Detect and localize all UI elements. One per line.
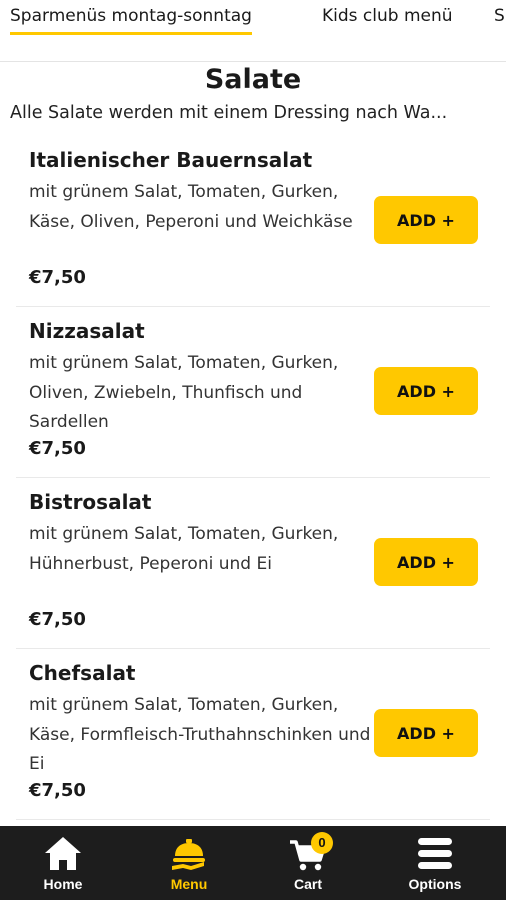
home-icon	[45, 837, 81, 870]
item-name: Nizzasalat	[29, 319, 145, 343]
menu-item[interactable]: Chefsalat mit grünem Salat, Tomaten, Gur…	[16, 653, 490, 820]
nav-menu[interactable]: Menu	[126, 826, 252, 900]
nav-options-label: Options	[408, 876, 462, 892]
menu-item[interactable]: Italienischer Bauernsalat mit grünem Sal…	[16, 140, 490, 307]
item-price: €7,50	[29, 609, 86, 630]
item-price: €7,50	[29, 438, 86, 459]
item-name: Bistrosalat	[29, 490, 152, 514]
hamburger-menu-icon	[418, 838, 452, 869]
item-price: €7,50	[29, 267, 86, 288]
nav-cart[interactable]: 0 Cart	[245, 826, 371, 900]
nav-cart-label: Cart	[293, 876, 322, 892]
item-description: mit grünem Salat, Tomaten, Gurken, Olive…	[29, 353, 339, 432]
nav-home-label: Home	[43, 876, 83, 892]
bottom-navigation: Home Menu 0 Cart Options	[0, 826, 506, 900]
add-button[interactable]: ADD +	[374, 709, 478, 757]
item-description: mit grünem Salat, Tomaten, Gurken, Käse,…	[29, 182, 353, 232]
item-name: Chefsalat	[29, 661, 136, 685]
serving-cloche-icon	[172, 839, 205, 870]
section-title: Salate	[204, 64, 302, 95]
nav-options[interactable]: Options	[372, 826, 498, 900]
add-button[interactable]: ADD +	[374, 538, 478, 586]
add-button[interactable]: ADD +	[374, 367, 478, 415]
item-name: Italienischer Bauernsalat	[29, 148, 313, 172]
tab-kids-club[interactable]: Kids club menü	[322, 6, 453, 26]
item-description: mit grünem Salat, Tomaten, Gurken, Käse,…	[29, 695, 371, 774]
add-button[interactable]: ADD +	[374, 196, 478, 244]
nav-home[interactable]: Home	[0, 826, 126, 900]
cart-count-badge: 0	[311, 832, 333, 854]
tab-sparmenus[interactable]: Sparmenüs montag-sonntag	[10, 6, 252, 35]
menu-item[interactable]: Nizzasalat mit grünem Salat, Tomaten, Gu…	[16, 311, 490, 478]
item-price: €7,50	[29, 780, 86, 801]
section-description: Alle Salate werden mit einem Dressing na…	[10, 103, 448, 123]
item-description: mit grünem Salat, Tomaten, Gurken, Hühne…	[29, 524, 339, 574]
tab-partial[interactable]: S	[494, 6, 505, 26]
nav-menu-label: Menu	[170, 876, 208, 892]
category-tabs: Sparmenüs montag-sonntag Kids club menü …	[0, 0, 506, 62]
menu-item[interactable]: Bistrosalat mit grünem Salat, Tomaten, G…	[16, 482, 490, 649]
